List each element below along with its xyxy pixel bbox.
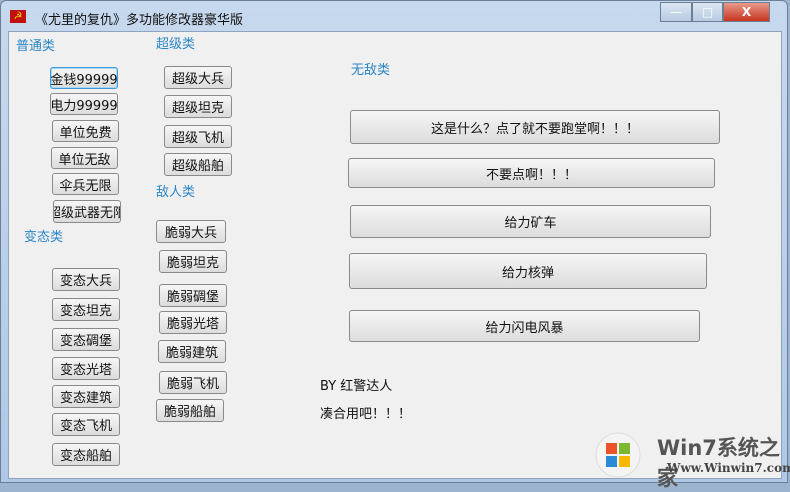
weak-ship-button[interactable]: 脆弱船舶 <box>156 399 224 422</box>
unlimited-paratroopers-button[interactable]: 伞兵无限 <box>52 173 119 195</box>
unlimited-superweapon-button[interactable]: 超级武器无限 <box>53 200 121 223</box>
abnormal-aircraft-button[interactable]: 变态飞机 <box>52 413 120 436</box>
super-infantry-button[interactable]: 超级大兵 <box>164 66 232 89</box>
weak-bunker-button[interactable]: 脆弱碉堡 <box>159 284 227 307</box>
power-lightning-storm-button[interactable]: 给力闪电风暴 <box>349 310 700 342</box>
abnormal-bunker-button[interactable]: 变态碉堡 <box>52 328 120 351</box>
hammer-sickle-icon: ☭ <box>10 10 26 23</box>
invincible-units-button[interactable]: 单位无敌 <box>51 147 118 169</box>
group-label-normal: 普通类 <box>16 39 56 54</box>
weak-building-button[interactable]: 脆弱建筑 <box>158 340 226 363</box>
maximize-button[interactable]: □ <box>692 2 723 22</box>
super-ship-button[interactable]: 超级船舶 <box>164 153 232 176</box>
watermark: Win7系统之家 Www.Winwin7.com <box>595 432 790 490</box>
weak-aircraft-button[interactable]: 脆弱飞机 <box>159 371 227 394</box>
minimize-button[interactable]: — <box>660 2 692 22</box>
abnormal-tower-button[interactable]: 变态光塔 <box>52 357 120 380</box>
author-credit: BY 红警达人 <box>320 379 393 394</box>
windows-logo-icon <box>595 432 641 478</box>
power-nuke-button[interactable]: 给力核弹 <box>349 253 707 289</box>
power-miner-button[interactable]: 给力矿车 <box>350 205 711 238</box>
super-tank-button[interactable]: 超级坦克 <box>164 95 232 118</box>
watermark-url: Www.Winwin7.com <box>667 461 790 475</box>
power-button[interactable]: 电力99999 <box>50 93 118 115</box>
abnormal-tank-button[interactable]: 变态坦克 <box>52 298 120 321</box>
abnormal-infantry-button[interactable]: 变态大兵 <box>52 268 120 291</box>
credit-note: 凑合用吧！！！ <box>320 407 412 422</box>
super-aircraft-button[interactable]: 超级飞机 <box>164 125 232 148</box>
group-label-invincible: 无敌类 <box>351 63 391 78</box>
do-not-click-button[interactable]: 不要点啊！！！ <box>348 158 715 188</box>
abnormal-ship-button[interactable]: 变态船舶 <box>52 443 120 466</box>
mystery-button[interactable]: 这是什么？点了就不要跑堂啊！！！ <box>350 110 720 144</box>
close-button[interactable]: X <box>723 2 770 22</box>
window-title: 《尤里的复仇》多功能修改器豪华版 <box>35 13 244 28</box>
weak-tank-button[interactable]: 脆弱坦克 <box>159 250 227 273</box>
group-label-super: 超级类 <box>156 37 196 52</box>
weak-infantry-button[interactable]: 脆弱大兵 <box>156 220 226 243</box>
weak-tower-button[interactable]: 脆弱光塔 <box>159 311 227 334</box>
abnormal-building-button[interactable]: 变态建筑 <box>52 385 120 408</box>
group-label-enemy: 敌人类 <box>156 185 196 200</box>
group-label-abnormal: 变态类 <box>24 230 64 245</box>
free-units-button[interactable]: 单位免费 <box>52 120 119 142</box>
money-button[interactable]: 金钱99999 <box>50 67 118 89</box>
